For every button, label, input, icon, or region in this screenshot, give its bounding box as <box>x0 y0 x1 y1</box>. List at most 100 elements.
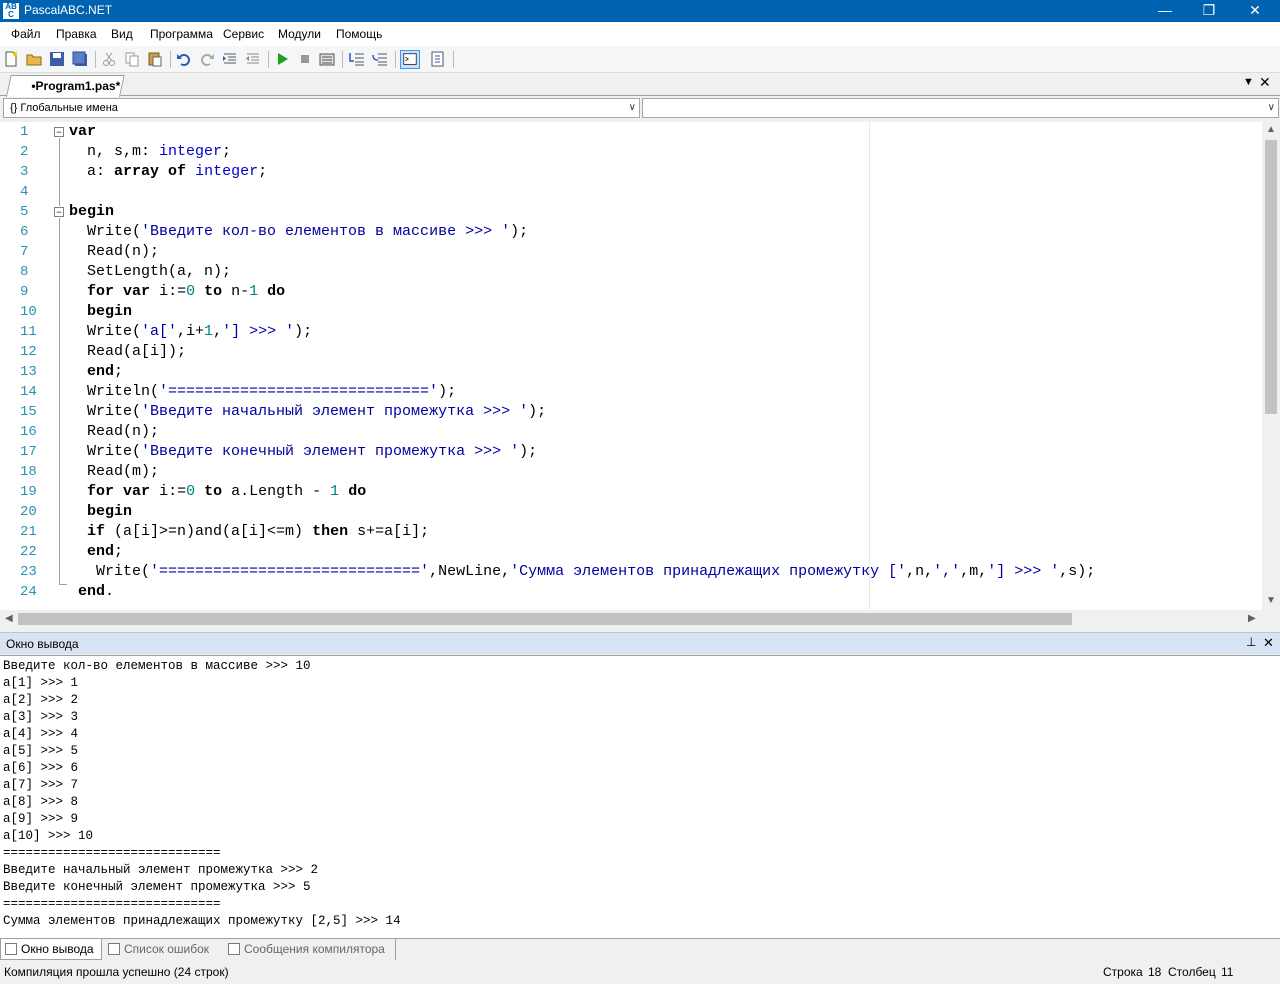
scope-combo[interactable]: {} Глобальные имена ∨ <box>3 98 640 118</box>
member-combo[interactable]: ∨ <box>642 98 1279 118</box>
code-line[interactable]: Read(a[i]); <box>69 342 186 362</box>
code-line[interactable]: a: array of integer; <box>69 162 267 182</box>
code-line[interactable]: Write('=============================',Ne… <box>69 562 1095 582</box>
minimize-button[interactable]: — <box>1142 0 1188 22</box>
code-line[interactable]: var <box>69 122 96 142</box>
undo-icon[interactable] <box>176 51 192 67</box>
line-number: 5 <box>20 204 29 220</box>
scroll-up-icon[interactable]: ▲ <box>1266 124 1276 135</box>
status-message: Компиляция прошла успешно (24 строк) <box>4 965 229 979</box>
menu-help[interactable]: Помощь <box>336 27 382 41</box>
output-panel-title: Окно вывода <box>6 637 79 651</box>
tab-output[interactable]: Окно вывода <box>0 939 102 960</box>
line-number: 11 <box>20 324 37 340</box>
open-icon[interactable] <box>26 51 42 67</box>
line-number: 6 <box>20 224 29 240</box>
code-line[interactable]: Read(m); <box>69 462 159 482</box>
run-icon[interactable] <box>274 51 290 67</box>
code-line[interactable]: Write('Введите кол-во елементов в массив… <box>69 222 528 242</box>
tab-close-icon[interactable]: ✕ <box>1259 74 1271 91</box>
step-into-icon[interactable] <box>349 51 365 67</box>
line-number: 24 <box>20 584 37 600</box>
debug-icon[interactable] <box>430 51 446 67</box>
code-line[interactable]: n, s,m: integer; <box>69 142 231 162</box>
output-line: ============================= <box>3 846 221 860</box>
compile-icon[interactable] <box>319 51 335 67</box>
code-line[interactable]: end; <box>69 542 123 562</box>
code-line[interactable]: Write('a[',i+1,'] >>> '); <box>69 322 312 342</box>
toolbar <box>0 46 1280 73</box>
scroll-right-icon[interactable]: ▶ <box>1248 613 1256 624</box>
line-number-gutter: 1 2 3 4 5 6 7 8 9 10 11 12 13 14 15 16 17 18 19 20 21 22 23 24 <box>0 122 52 610</box>
toggle-output-icon[interactable] <box>400 50 420 69</box>
output-line: ============================= <box>3 897 221 911</box>
scroll-left-icon[interactable]: ◀ <box>5 613 13 624</box>
close-window-button[interactable]: ✕ <box>1232 0 1278 22</box>
code-line[interactable]: for var i:=0 to n-1 do <box>69 282 285 302</box>
paste-icon[interactable] <box>147 51 163 67</box>
fold-toggle[interactable]: − <box>54 127 64 137</box>
save-icon[interactable] <box>49 51 65 67</box>
chevron-down-icon: ∨ <box>628 102 636 113</box>
code-line[interactable]: end. <box>69 582 114 602</box>
copy-icon[interactable] <box>124 51 140 67</box>
code-line[interactable]: Writeln('=============================')… <box>69 382 456 402</box>
unindent-icon[interactable] <box>245 51 261 67</box>
output-line: a[2] >>> 2 <box>3 693 79 707</box>
output-line: Сумма элементов принадлежащих промежутку… <box>3 914 401 928</box>
editor-horizontal-scrollbar[interactable]: ◀ ▶ <box>0 610 1280 628</box>
code-line[interactable]: for var i:=0 to a.Length - 1 do <box>69 482 366 502</box>
menu-modules[interactable]: Модули <box>278 27 321 41</box>
line-number: 4 <box>20 184 29 200</box>
tab-error-list[interactable]: Список ошибок <box>104 939 222 960</box>
menu-bar: Файл Правка Вид Программа Сервис Модули … <box>0 22 1280 46</box>
maximize-button[interactable]: ❐ <box>1186 0 1232 22</box>
code-line[interactable]: Write('Введите конечный элемент промежут… <box>69 442 537 462</box>
indent-icon[interactable] <box>222 51 238 67</box>
line-number: 2 <box>20 144 29 160</box>
code-line[interactable]: if (a[i]>=n)and(a[i]<=m) then s+=a[i]; <box>69 522 429 542</box>
menu-view[interactable]: Вид <box>111 27 133 41</box>
tab-compiler-messages[interactable]: Сообщения компилятора <box>224 939 396 960</box>
code-line[interactable]: begin <box>69 502 132 522</box>
tab-program1[interactable]: •Program1.pas* <box>6 75 125 97</box>
save-all-icon[interactable] <box>72 51 88 67</box>
menu-edit[interactable]: Правка <box>56 27 97 41</box>
bottom-tab-bar: Окно вывода Список ошибок Сообщения комп… <box>0 938 1280 960</box>
menu-service[interactable]: Сервис <box>223 27 264 41</box>
output-line: a[5] >>> 5 <box>3 744 79 758</box>
redo-icon[interactable] <box>199 51 215 67</box>
editor-vertical-scrollbar[interactable]: ▲ ▼ <box>1262 122 1280 610</box>
code-editor[interactable]: 1 2 3 4 5 6 7 8 9 10 11 12 13 14 15 16 17 18 19 20 21 22 23 24 … <box>0 122 1280 610</box>
code-line[interactable]: Read(n); <box>69 422 159 442</box>
line-number: 9 <box>20 284 29 300</box>
output-line: a[8] >>> 8 <box>3 795 79 809</box>
step-over-icon[interactable] <box>372 51 388 67</box>
menu-file[interactable]: Файл <box>11 27 41 41</box>
code-line[interactable]: Write('Введите начальный элемент промежу… <box>69 402 546 422</box>
code-line[interactable]: Read(n); <box>69 242 159 262</box>
pin-icon[interactable]: ⊥ <box>1246 635 1256 649</box>
menu-program[interactable]: Программа <box>150 27 213 41</box>
new-file-icon[interactable] <box>3 51 19 67</box>
stop-icon[interactable] <box>297 51 313 67</box>
code-line[interactable]: begin <box>69 202 114 222</box>
code-line[interactable]: end; <box>69 362 123 382</box>
output-window[interactable]: Введите кол-во елементов в массиве >>> 1… <box>0 655 1280 938</box>
output-line: a[4] >>> 4 <box>3 727 79 741</box>
close-panel-icon[interactable]: ✕ <box>1263 635 1274 651</box>
code-line[interactable]: begin <box>69 302 132 322</box>
code-line[interactable]: SetLength(a, n); <box>69 262 231 282</box>
line-number: 8 <box>20 264 29 280</box>
output-line: a[7] >>> 7 <box>3 778 79 792</box>
cut-icon[interactable] <box>101 51 117 67</box>
scroll-thumb[interactable] <box>1265 140 1277 414</box>
scroll-down-icon[interactable]: ▼ <box>1266 595 1276 606</box>
window-title: PascalABC.NET <box>24 3 113 17</box>
fold-toggle[interactable]: − <box>54 207 64 217</box>
tab-list-icon[interactable]: ▼ <box>1243 76 1254 88</box>
app-icon: AB C <box>3 3 19 19</box>
line-number: 17 <box>20 444 37 460</box>
scroll-thumb[interactable] <box>18 613 1072 625</box>
output-line: a[3] >>> 3 <box>3 710 79 724</box>
